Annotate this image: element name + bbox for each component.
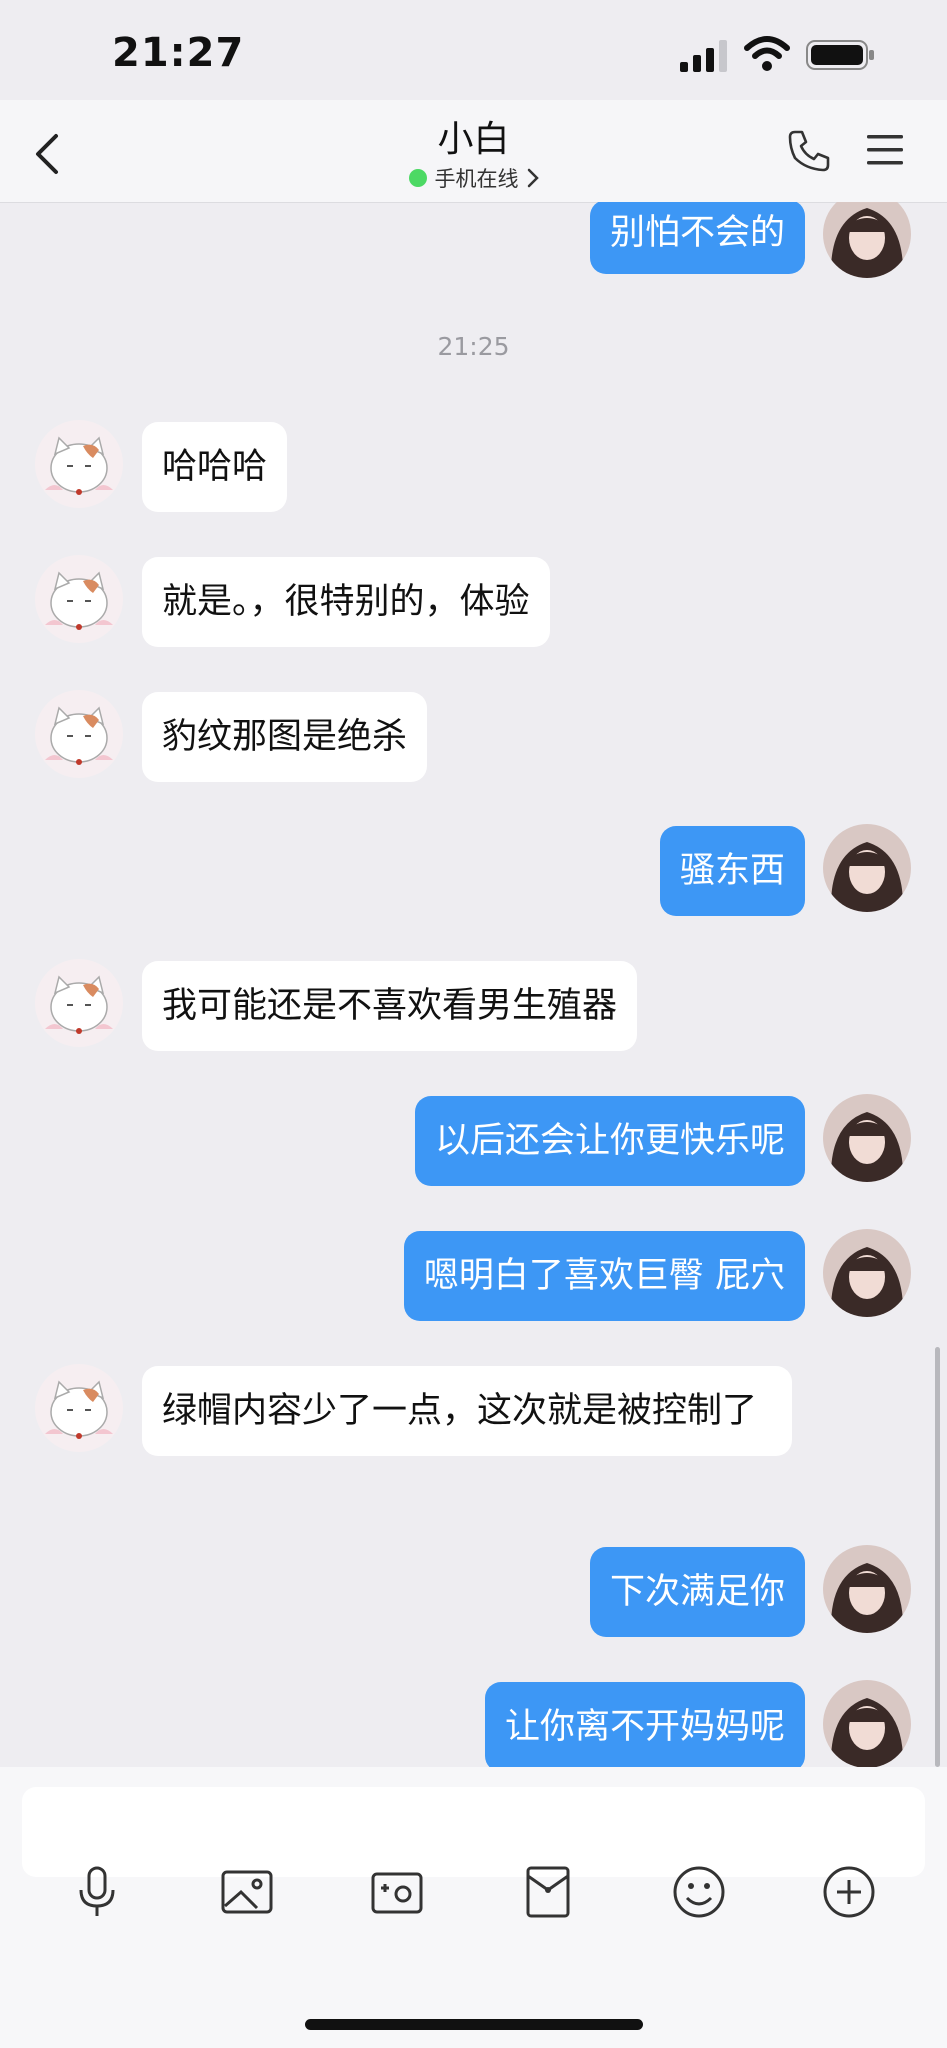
online-status-label: 手机在线 (434, 167, 519, 191)
message-bubble-outgoing[interactable]: 骚东西 (659, 826, 805, 916)
composer-toolbar (0, 1862, 947, 1982)
menu-icon[interactable] (864, 130, 906, 170)
my-avatar[interactable] (823, 1094, 911, 1182)
message-bubble-outgoing[interactable]: 让你离不开妈妈呢 (484, 1682, 805, 1767)
home-indicator[interactable] (305, 2019, 643, 2030)
cellular-signal-icon (680, 40, 727, 72)
camera-icon[interactable] (367, 1862, 427, 1922)
message-bubble-incoming[interactable]: 哈哈哈 (142, 422, 288, 512)
message-bubble-outgoing[interactable]: 嗯明白了喜欢巨臀 屁穴 (403, 1231, 805, 1321)
timestamp: 21:25 (437, 332, 510, 361)
contact-avatar[interactable] (35, 690, 123, 778)
message-bubble-incoming[interactable]: 豹纹那图是绝杀 (142, 692, 428, 782)
message-bubble-incoming[interactable]: 就是。，很特别的，体验 (142, 557, 550, 647)
my-avatar[interactable] (823, 1229, 911, 1317)
message-list[interactable]: 别怕不会的 21:25 哈哈哈 就是。，很特别的，体验 豹纹那图是绝杀 骚东西 (0, 202, 947, 1767)
status-bar: 21:27 (0, 0, 947, 110)
my-avatar[interactable] (823, 1680, 911, 1767)
contact-avatar[interactable] (35, 1364, 123, 1452)
message-bubble-outgoing[interactable]: 别怕不会的 (589, 202, 805, 274)
red-packet-icon[interactable] (518, 1862, 578, 1922)
status-time: 21:27 (112, 30, 245, 76)
my-avatar[interactable] (823, 824, 911, 912)
my-avatar[interactable] (823, 202, 911, 278)
message-bubble-incoming[interactable]: 绿帽内容少了一点，这次就是被控制了 (142, 1366, 792, 1456)
wifi-icon (744, 36, 790, 71)
online-indicator-icon (408, 169, 427, 187)
phone-call-icon[interactable] (786, 128, 832, 174)
message-bubble-outgoing[interactable]: 以后还会让你更快乐呢 (414, 1096, 805, 1186)
contact-avatar[interactable] (35, 420, 123, 508)
contact-avatar[interactable] (35, 959, 123, 1047)
plus-icon[interactable] (819, 1862, 879, 1922)
message-bubble-outgoing[interactable]: 下次满足你 (589, 1547, 805, 1637)
scrollbar[interactable] (935, 1347, 940, 1767)
chevron-right-icon (527, 168, 539, 188)
microphone-icon[interactable] (67, 1862, 127, 1922)
contact-avatar[interactable] (35, 555, 123, 643)
battery-icon (806, 40, 874, 70)
my-avatar[interactable] (823, 1545, 911, 1633)
emoji-icon[interactable] (669, 1862, 729, 1922)
image-icon[interactable] (217, 1862, 277, 1922)
chat-header: 小白 手机在线 (0, 100, 947, 203)
message-bubble-incoming[interactable]: 我可能还是不喜欢看男生殖器 (142, 961, 638, 1051)
